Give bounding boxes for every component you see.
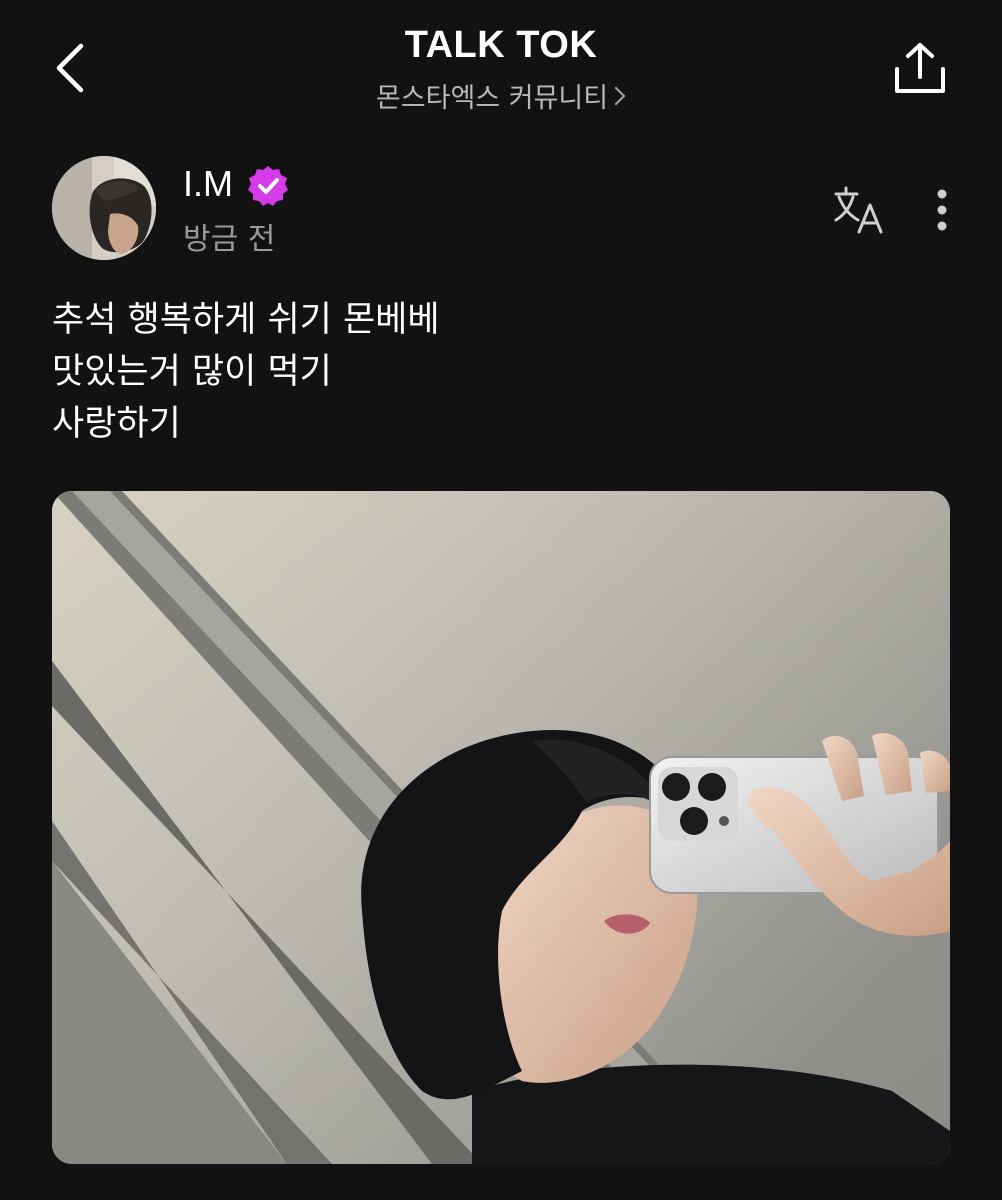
post-text: 추석 행복하게 쉬기 몬베베 맛있는거 많이 먹기 사랑하기 [52, 294, 952, 450]
community-name: 몬스타엑스 커뮤니티 [375, 83, 609, 114]
post-text-line: 추석 행복하게 쉬기 몬베베 [52, 300, 440, 340]
post-text-line: 맛있는거 많이 먹기 [52, 352, 332, 392]
translate-icon [834, 186, 883, 234]
community-link[interactable]: 몬스타엑스 커뮤니티 [0, 76, 1002, 115]
chevron-right-icon [614, 85, 626, 107]
page-title: TALK TOK [404, 24, 598, 66]
verified-badge-icon [246, 164, 290, 208]
share-icon [895, 43, 945, 93]
author-name[interactable]: I.M [183, 163, 233, 205]
post-photo[interactable] [52, 491, 950, 1164]
avatar[interactable] [52, 156, 156, 260]
post-timestamp: 방금 전 [183, 222, 276, 257]
post-text-line: 사랑하기 [52, 404, 181, 444]
share-button[interactable] [888, 36, 952, 100]
translate-button[interactable] [832, 184, 888, 236]
more-options-button[interactable] [922, 184, 962, 236]
more-vertical-icon [937, 189, 947, 231]
